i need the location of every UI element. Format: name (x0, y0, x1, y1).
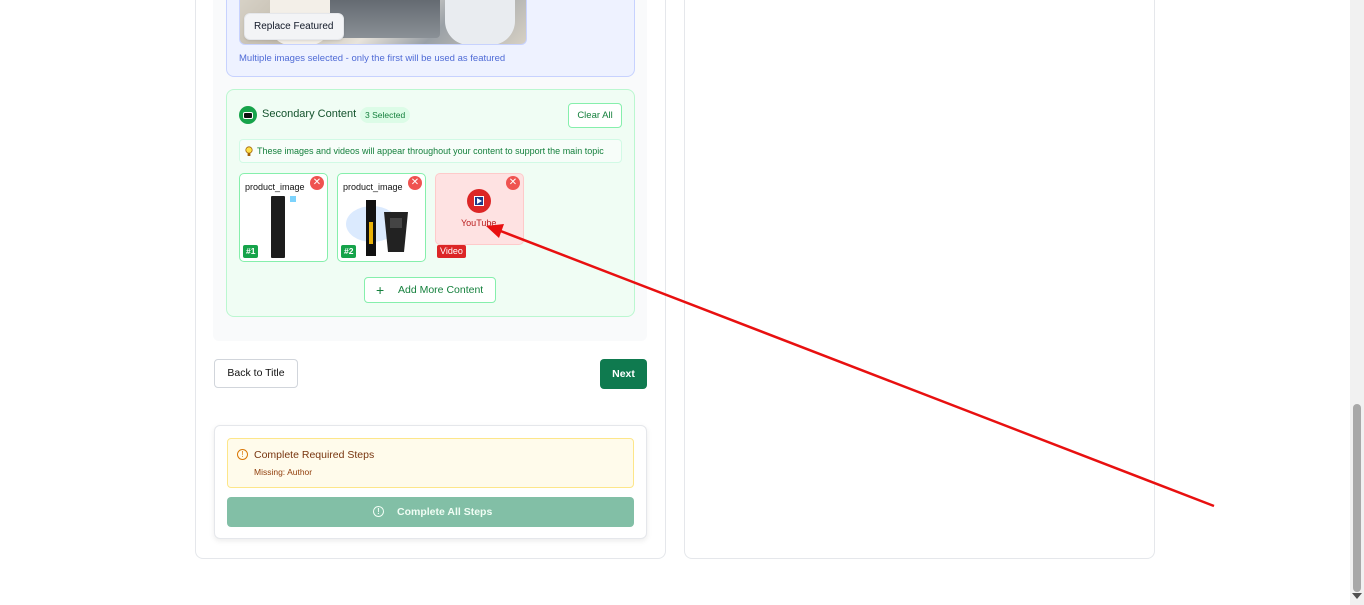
complete-all-steps-button[interactable]: ! Complete All Steps (227, 497, 634, 527)
plus-icon: + (376, 282, 385, 298)
back-to-title-button[interactable]: Back to Title (214, 359, 298, 388)
preview-panel (684, 0, 1155, 559)
photo-laptop (330, 0, 440, 38)
remove-media-2-button[interactable]: ✕ (408, 176, 422, 190)
info-circle-icon: ! (373, 506, 384, 517)
scroll-down-arrow-icon[interactable] (1352, 593, 1362, 599)
warning-box (227, 438, 634, 488)
replace-featured-button[interactable]: Replace Featured (244, 13, 344, 40)
warning-circle-icon: ! (237, 449, 248, 460)
next-button[interactable]: Next (600, 359, 647, 389)
media-card-label: product_image (245, 182, 305, 192)
video-source-label: YouTube (461, 218, 497, 228)
youtube-icon (467, 189, 491, 213)
clear-all-button[interactable]: Clear All (568, 103, 622, 128)
scrollbar-thumb[interactable] (1353, 404, 1361, 592)
remove-media-1-button[interactable]: ✕ (310, 176, 324, 190)
photo-person-right (445, 0, 515, 44)
camera-icon (239, 106, 257, 124)
lightbulb-icon (245, 146, 253, 156)
warning-missing-text: Missing: Author (254, 467, 313, 477)
video-badge: Video (437, 245, 466, 258)
product-thumbnail (271, 196, 296, 258)
media-card-number: #1 (243, 245, 259, 258)
media-card-label: product_image (343, 182, 403, 192)
tip-text: These images and videos will appear thro… (257, 146, 604, 156)
selected-count-badge: 3 Selected (360, 107, 411, 123)
add-more-content-button[interactable]: + Add More Content (364, 277, 496, 303)
media-card-number: #2 (341, 245, 357, 258)
complete-all-steps-label: Complete All Steps (397, 506, 493, 518)
remove-video-button[interactable]: ✕ (506, 176, 520, 190)
secondary-content-title: Secondary Content (262, 108, 357, 120)
add-more-content-label: Add More Content (398, 284, 484, 296)
warning-title: Complete Required Steps (254, 449, 375, 461)
featured-note: Multiple images selected - only the firs… (239, 53, 506, 64)
